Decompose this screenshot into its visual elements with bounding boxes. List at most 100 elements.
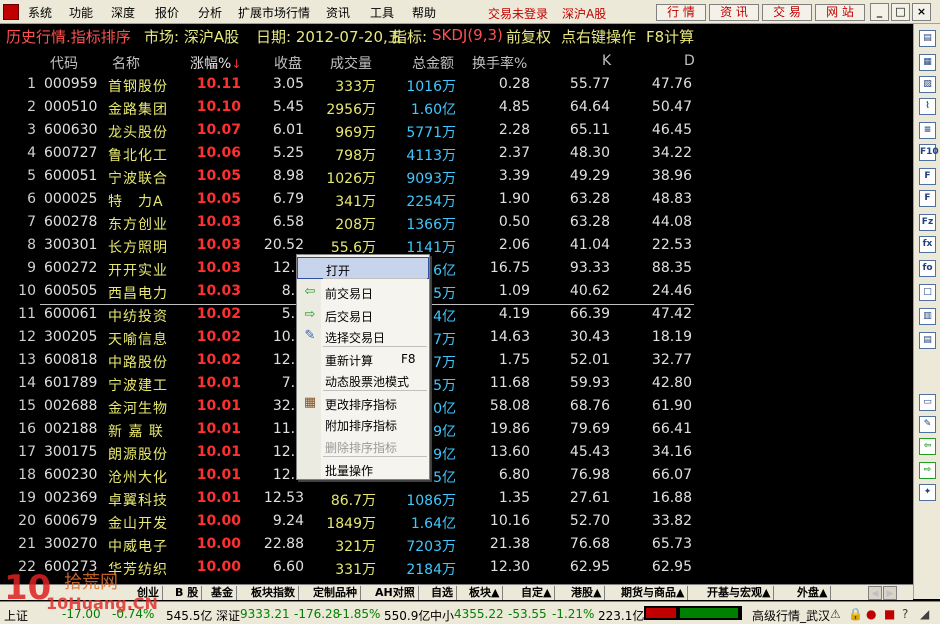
header-close[interactable]: 收盘 bbox=[274, 53, 302, 73]
help-icon[interactable]: ? bbox=[902, 607, 908, 621]
fx-icon[interactable]: fx bbox=[919, 236, 936, 253]
f-icon[interactable]: F bbox=[919, 168, 936, 185]
k-value: 64.64 bbox=[569, 99, 610, 115]
market-tab[interactable]: 基金 bbox=[208, 586, 237, 600]
app-logo-icon[interactable] bbox=[3, 4, 19, 20]
market-tab[interactable]: 定制品种 bbox=[310, 586, 361, 600]
table-row[interactable]: 8 300301 长方照明 10.03 20.52 55.6万 1141万 2.06 41.04… bbox=[0, 234, 912, 257]
market-tab[interactable]: 期货与商品▲ bbox=[618, 586, 689, 600]
list-icon[interactable]: ≡ bbox=[919, 122, 936, 139]
context-menu-item[interactable]: ▦ 更改排序指标 bbox=[297, 392, 429, 414]
menu-system[interactable]: 系统 bbox=[28, 4, 52, 21]
header-d[interactable]: D bbox=[684, 53, 695, 69]
table-row[interactable]: 21 300270 中威电子 10.00 22.88 321万 7203万 21.38 76.6… bbox=[0, 533, 912, 556]
market-tab[interactable]: 开基与宏观▲ bbox=[704, 586, 775, 600]
table-row[interactable]: 12 300205 天喻信息 10.02 10.6 77万 14.63 30.43 18.19 bbox=[0, 326, 912, 349]
header-code[interactable]: 代码 bbox=[50, 53, 78, 73]
menu-function[interactable]: 功能 bbox=[69, 4, 93, 21]
menu-depth[interactable]: 深度 bbox=[111, 4, 135, 21]
context-menu-item[interactable]: 重新计算 F8 bbox=[297, 348, 429, 370]
f1-icon[interactable]: F bbox=[919, 190, 936, 207]
fm-icon[interactable]: fo bbox=[919, 260, 936, 277]
line-icon[interactable]: ⌇ bbox=[919, 98, 936, 115]
market-selector[interactable]: 深沪A股 bbox=[562, 5, 606, 22]
f2-icon[interactable]: Fz bbox=[919, 214, 936, 231]
quote-button[interactable]: 行 情 bbox=[656, 4, 706, 21]
trade-button[interactable]: 交 易 bbox=[762, 4, 812, 21]
gift-icon[interactable]: ✦ bbox=[919, 484, 936, 501]
market-tab[interactable]: 外盘▲ bbox=[794, 586, 832, 600]
table-row[interactable]: 5 600051 宁波联合 10.05 8.98 1026万 9093万 3.39 49.29 3… bbox=[0, 165, 912, 188]
lock-icon[interactable]: 🔒 bbox=[848, 607, 863, 621]
restore-button[interactable]: □ bbox=[891, 3, 910, 21]
market-tab[interactable]: 板块▲ bbox=[466, 586, 504, 600]
doc-icon[interactable]: ▤ bbox=[919, 30, 936, 47]
page-icon[interactable]: ▥ bbox=[919, 308, 936, 325]
k-value: 41.04 bbox=[569, 237, 610, 253]
pen-icon[interactable]: ✎ bbox=[919, 416, 936, 433]
trade-login-status[interactable]: 交易未登录 bbox=[488, 5, 548, 22]
close-button[interactable]: × bbox=[912, 3, 931, 21]
table-row[interactable]: 11 600061 中纺投资 10.02 5.2 14亿 4.19 66.39 47.42 bbox=[0, 303, 912, 326]
back-icon[interactable]: ⇦ bbox=[919, 438, 936, 455]
context-menu-item[interactable]: 打开 bbox=[297, 257, 429, 279]
table-row[interactable]: 10 600505 西昌电力 10.03 8.6 15万 1.09 40.62 24.46 bbox=[0, 280, 912, 303]
table-row[interactable]: 3 600630 龙头股份 10.07 6.01 969万 5771万 2.28 65.11 46… bbox=[0, 119, 912, 142]
page-icon[interactable]: □ bbox=[919, 284, 936, 301]
table-row[interactable]: 7 600278 东方创业 10.03 6.58 208万 1366万 0.50 63.28 44… bbox=[0, 211, 912, 234]
market-tab[interactable]: 港股▲ bbox=[568, 586, 606, 600]
menu-news[interactable]: 资讯 bbox=[326, 4, 350, 21]
table-row[interactable]: 13 600818 中路股份 10.02 12.9 57万 1.75 52.01 32.77 bbox=[0, 349, 912, 372]
f10-icon[interactable]: F10 bbox=[919, 144, 939, 161]
header-change[interactable]: 涨幅%↓ bbox=[190, 53, 241, 73]
header-amount[interactable]: 总金额 bbox=[412, 53, 454, 73]
server-name[interactable]: 高级行情_武汉 bbox=[752, 607, 830, 624]
market-tab[interactable]: B 股 bbox=[172, 586, 203, 600]
news-button[interactable]: 资 讯 bbox=[709, 4, 759, 21]
header-name[interactable]: 名称 bbox=[112, 53, 140, 73]
tab-scroll-right-icon[interactable]: ▶ bbox=[883, 586, 897, 600]
menu-help[interactable]: 帮助 bbox=[412, 4, 436, 21]
table-row[interactable]: 2 000510 金路集团 10.10 5.45 2956万 1.60亿 4.85 64.64 5… bbox=[0, 96, 912, 119]
context-menu-item[interactable]: 附加排序指标 bbox=[297, 413, 429, 435]
tab-scroll-left-icon[interactable]: ◀ bbox=[868, 586, 882, 600]
menu-analysis[interactable]: 分析 bbox=[198, 4, 222, 21]
table-row[interactable]: 19 002369 卓翼科技 10.01 12.53 86.7万 1086万 1.35 27.6… bbox=[0, 487, 912, 510]
page-icon[interactable]: ▤ bbox=[919, 332, 936, 349]
table-row[interactable]: 16 002188 新 嘉 联 10.01 11.3 59亿 19.86 79.69 66.41 bbox=[0, 418, 912, 441]
market-tab[interactable]: 板块指数 bbox=[248, 586, 299, 600]
market-tab[interactable]: 自定▲ bbox=[518, 586, 556, 600]
grid-icon[interactable]: ▦ bbox=[919, 54, 936, 71]
market-tab[interactable]: 自选 bbox=[428, 586, 457, 600]
table-row[interactable]: 15 002688 金河生物 10.01 32.0 30亿 58.08 68.76 61.90 bbox=[0, 395, 912, 418]
stop-icon[interactable]: ■ bbox=[884, 607, 895, 621]
menu-tools[interactable]: 工具 bbox=[370, 4, 394, 21]
minimize-button[interactable]: _ bbox=[870, 3, 889, 21]
forward-icon[interactable]: ⇨ bbox=[919, 462, 936, 479]
alert-icon[interactable]: ⚠ bbox=[830, 607, 841, 621]
folder-icon[interactable]: ▭ bbox=[919, 394, 936, 411]
table-row[interactable]: 18 600230 沧州大化 10.01 12.3 5亿 6.80 76.98 66.07 bbox=[0, 464, 912, 487]
header-turnover[interactable]: 换手率% bbox=[472, 53, 527, 73]
chart-icon[interactable]: ▨ bbox=[919, 76, 936, 93]
market-tab[interactable]: AH对照 bbox=[372, 586, 419, 600]
context-menu-item[interactable]: ⇨ 后交易日 bbox=[297, 304, 429, 326]
stock-code: 600505 bbox=[44, 283, 98, 299]
table-row[interactable]: 1 000959 首钢股份 10.11 3.05 333万 1016万 0.28 55.77 47… bbox=[0, 73, 912, 96]
turnover-rate: 14.63 bbox=[489, 329, 530, 345]
table-row[interactable]: 4 600727 鲁北化工 10.06 5.25 798万 4113万 2.37 48.30 34… bbox=[0, 142, 912, 165]
context-menu-item[interactable]: 动态股票池模式 bbox=[297, 369, 429, 391]
menu-quote[interactable]: 报价 bbox=[155, 4, 179, 21]
context-menu-item[interactable]: 批量操作 bbox=[297, 458, 429, 480]
table-row[interactable]: 14 601789 宁波建工 10.01 7.3 05万 11.68 59.93 42.80 bbox=[0, 372, 912, 395]
table-row[interactable]: 17 300175 朗源股份 10.01 12.2 29亿 13.60 45.43 34.16 bbox=[0, 441, 912, 464]
table-row[interactable]: 9 600272 开开实业 10.03 12.7 36亿 16.75 93.33 88.35 bbox=[0, 257, 912, 280]
header-volume[interactable]: 成交量 bbox=[330, 53, 372, 73]
context-menu-item[interactable]: ✎ 选择交易日 bbox=[297, 325, 429, 347]
context-menu-item[interactable]: ⇦ 前交易日 bbox=[297, 281, 429, 303]
header-k[interactable]: K bbox=[602, 53, 611, 69]
table-row[interactable]: 20 600679 金山开发 10.00 9.24 1849万 1.64亿 10.16 52.7… bbox=[0, 510, 912, 533]
menu-extended-market[interactable]: 扩展市场行情 bbox=[238, 4, 310, 21]
table-row[interactable]: 6 000025 特 力A 10.05 6.79 341万 2254万 1.90 63.28 48… bbox=[0, 188, 912, 211]
website-button[interactable]: 网 站 bbox=[815, 4, 865, 21]
